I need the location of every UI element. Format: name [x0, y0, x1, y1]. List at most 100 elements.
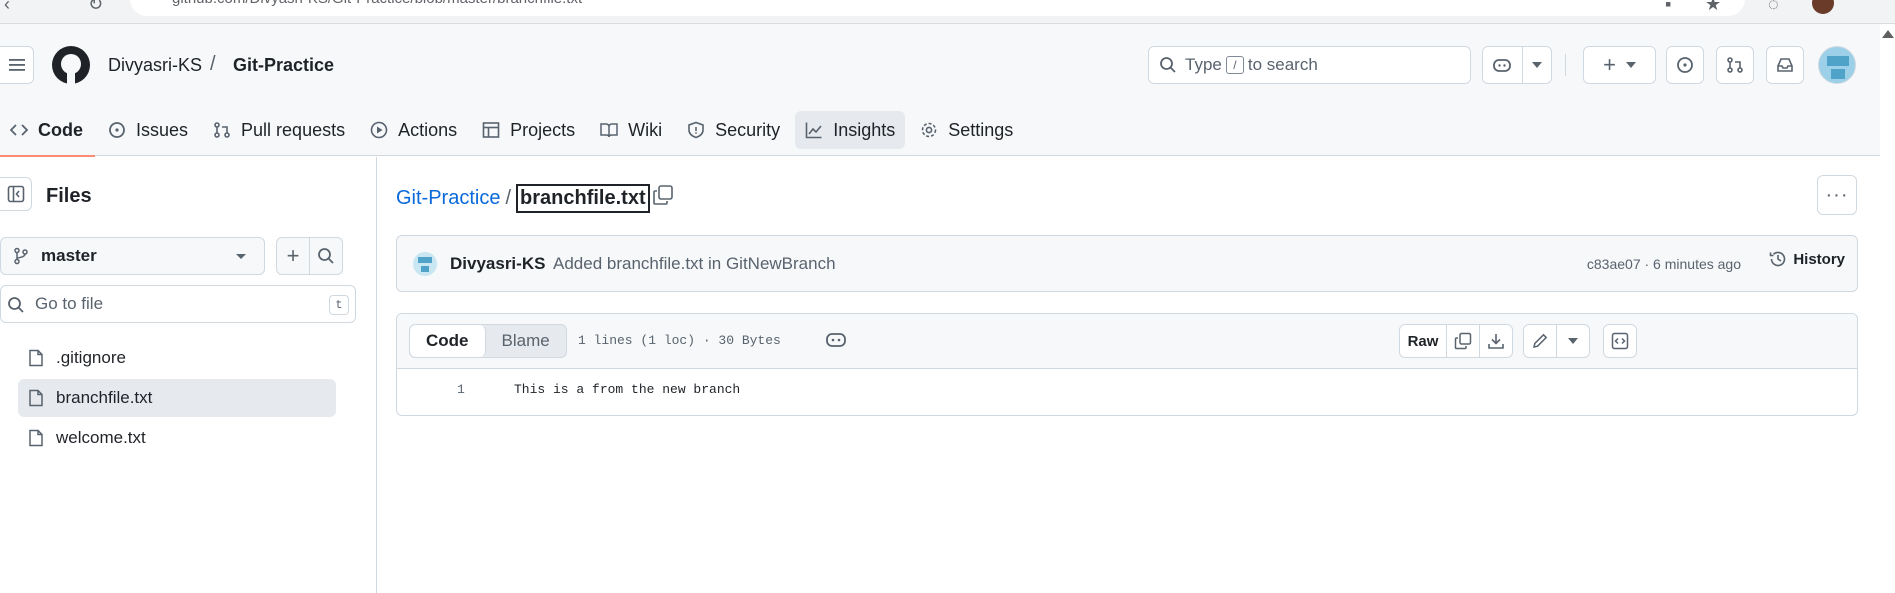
repo-owner-link[interactable]: Divyasri-KS [108, 55, 202, 76]
browser-chrome: ‹ ↻ github.com/Divyasri-KS/Git-Practice/… [0, 0, 1895, 24]
shield-icon [688, 121, 704, 139]
file-stats: 1 lines (1 loc) · 30 Bytes [578, 333, 781, 348]
code-view-tab[interactable]: Code [410, 325, 486, 357]
line-number[interactable]: 1 [457, 382, 465, 397]
commit-sha-time[interactable]: c83ae07 · 6 minutes ago [1587, 256, 1741, 272]
tab-wiki[interactable]: Wiki [590, 111, 672, 149]
tab-label: Security [715, 119, 781, 140]
copilot-button[interactable] [1482, 46, 1552, 84]
code-icon [10, 124, 28, 136]
more-options-button[interactable]: ··· [1817, 175, 1857, 215]
view-mode-toggle: Code Blame [409, 324, 567, 358]
github-logo-icon[interactable] [52, 46, 90, 84]
search-icon [318, 248, 334, 264]
raw-button[interactable]: Raw [1399, 324, 1447, 358]
symbols-panel-button[interactable] [1603, 324, 1637, 358]
search-placeholder-pre: Type [1185, 55, 1222, 74]
tab-security[interactable]: Security [677, 111, 790, 149]
tab-projects[interactable]: Projects [472, 111, 585, 149]
scrollbar-up-arrow[interactable] [1882, 30, 1894, 38]
file-name: .gitignore [56, 348, 126, 367]
inbox-icon [1777, 58, 1793, 72]
sync-icon[interactable]: ◌ [1768, 0, 1779, 15]
tab-pull-requests[interactable]: Pull requests [203, 111, 355, 149]
tab-code[interactable]: Code [0, 111, 95, 157]
download-button[interactable] [1479, 324, 1513, 358]
breadcrumb-repo-link[interactable]: Git-Practice [396, 187, 500, 210]
file-tree-item[interactable]: welcome.txt [18, 419, 336, 457]
breadcrumb: Git-Practice / branchfile.txt [396, 184, 650, 213]
file-icon [29, 389, 43, 407]
chevron-down-icon [1531, 62, 1542, 68]
extension-icon[interactable]: ▪ [1665, 0, 1671, 15]
copy-raw-button[interactable] [1446, 324, 1480, 358]
go-to-file-placeholder: Go to file [35, 294, 104, 313]
commit-author[interactable]: Divyasri-KS [450, 254, 545, 274]
file-tree-item[interactable]: branchfile.txt [18, 379, 336, 417]
history-label: History [1793, 250, 1845, 268]
copy-path-button[interactable] [652, 184, 674, 206]
user-avatar[interactable] [1818, 46, 1856, 84]
history-button[interactable]: History [1769, 250, 1845, 268]
menu-button[interactable] [0, 46, 34, 84]
search-shortcut-key: / [1225, 56, 1244, 74]
branch-selector[interactable]: master [0, 237, 265, 275]
edit-options-button[interactable] [1556, 324, 1590, 358]
repo-name-link[interactable]: Git-Practice [233, 55, 334, 76]
tab-label: Wiki [628, 119, 663, 140]
tab-label: Issues [136, 119, 189, 140]
address-bar[interactable]: github.com/Divyasri-KS/Git-Practice/blob… [130, 0, 1745, 16]
issues-button[interactable] [1666, 46, 1704, 84]
file-tree-item[interactable]: .gitignore [18, 339, 336, 377]
file-name: welcome.txt [56, 428, 146, 447]
collapse-sidebar-button[interactable] [0, 177, 32, 211]
go-to-file-input[interactable]: Go to file t [0, 285, 356, 323]
repo-header: Divyasri-KS / Git-Practice Type / to sea… [0, 24, 1880, 157]
file-icon [29, 429, 43, 447]
tab-label: Actions [398, 119, 458, 140]
latest-commit-box: Divyasri-KS Added branchfile.txt in GitN… [396, 235, 1858, 292]
file-tree-sidebar: Files master + Go to file t .gitignore b… [0, 157, 377, 593]
book-icon [600, 123, 618, 138]
commit-author-avatar[interactable] [413, 252, 437, 276]
search-icon [1160, 57, 1176, 73]
bookmark-star-icon[interactable]: ★ [1705, 0, 1721, 15]
tab-issues[interactable]: Issues [98, 111, 198, 149]
line-text: This is a from the new branch [514, 382, 741, 397]
inbox-button[interactable] [1766, 46, 1804, 84]
play-icon [370, 121, 388, 139]
issue-icon [1677, 57, 1693, 73]
sidebar-collapse-icon [7, 185, 24, 203]
pencil-icon [1533, 333, 1548, 348]
tab-insights[interactable]: Insights [795, 111, 906, 149]
blame-view-tab[interactable]: Blame [486, 325, 566, 357]
file-name: branchfile.txt [56, 388, 153, 407]
back-icon[interactable]: ‹ [4, 0, 10, 15]
chevron-down-icon [1568, 338, 1578, 344]
search-placeholder-post: to search [1247, 55, 1318, 74]
breadcrumb-separator: / [505, 187, 512, 209]
download-icon [1488, 334, 1504, 349]
browser-profile-avatar[interactable] [1812, 0, 1834, 14]
tab-actions[interactable]: Actions [360, 111, 467, 149]
tab-label: Insights [833, 119, 896, 140]
pull-request-icon [1727, 57, 1743, 73]
go-to-file-shortcut-key: t [329, 295, 349, 315]
pull-requests-button[interactable] [1716, 46, 1754, 84]
add-file-button[interactable]: + [276, 237, 310, 275]
search-files-button[interactable] [309, 237, 343, 275]
commit-message[interactable]: Added branchfile.txt in GitNewBranch [553, 254, 836, 274]
reload-icon[interactable]: ↻ [88, 0, 103, 15]
copilot-icon [1493, 59, 1512, 72]
search-input[interactable]: Type / to search [1148, 46, 1471, 84]
table-icon [482, 122, 500, 138]
graph-icon [805, 122, 822, 139]
copilot-icon[interactable] [825, 330, 847, 350]
tab-label: Code [38, 119, 83, 140]
tab-label: Pull requests [241, 119, 346, 140]
tab-settings[interactable]: Settings [910, 111, 1023, 149]
create-new-button[interactable]: + [1583, 46, 1656, 84]
git-branch-icon [14, 247, 28, 265]
edit-file-button[interactable] [1523, 324, 1557, 358]
history-icon [1770, 251, 1786, 267]
